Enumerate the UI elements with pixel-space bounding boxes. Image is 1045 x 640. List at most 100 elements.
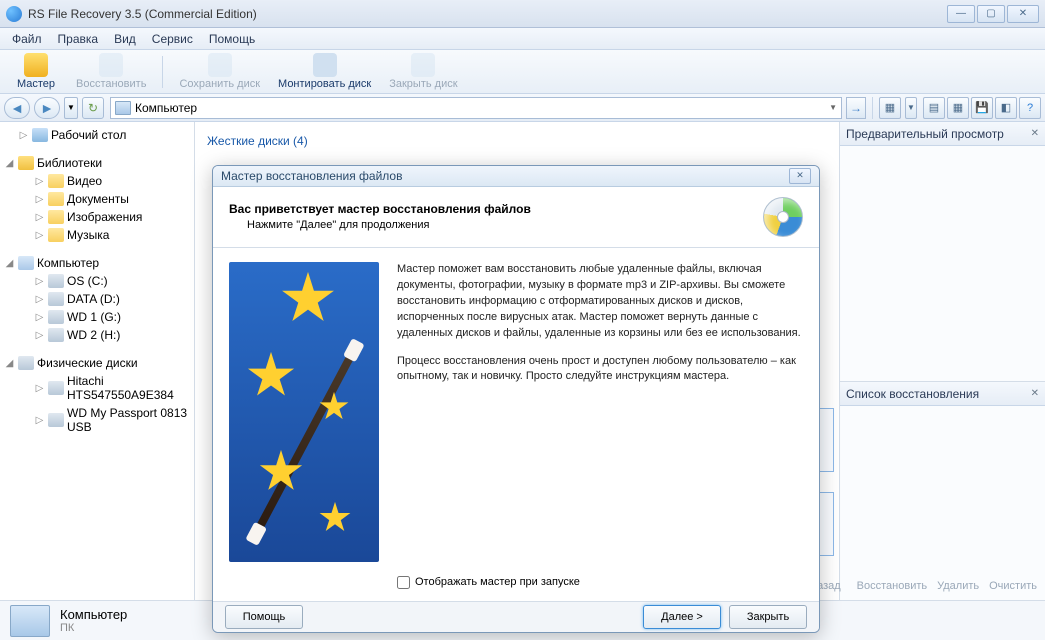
- disk-thumbnail[interactable]: [818, 408, 834, 472]
- expander-icon[interactable]: ◢: [4, 258, 15, 269]
- action-recover[interactable]: Восстановить: [857, 580, 927, 592]
- wizard-help-button[interactable]: Помощь: [225, 605, 303, 629]
- wizard-heading: Вас приветствует мастер восстановления ф…: [229, 202, 531, 216]
- disc-icon: [763, 197, 803, 237]
- nav-back[interactable]: ◄: [4, 97, 30, 119]
- tree-physical[interactable]: ◢ Физические диски: [0, 354, 194, 372]
- window-title: RS File Recovery 3.5 (Commercial Edition…: [28, 7, 945, 21]
- help-button[interactable]: ?: [1019, 97, 1041, 119]
- desktop-icon: [32, 128, 48, 142]
- recovery-list-close-icon[interactable]: ✕: [1031, 388, 1039, 399]
- toolbar-recover[interactable]: Восстановить: [68, 51, 154, 92]
- disk-icon: [48, 381, 64, 395]
- wizard-para2: Процесс восстановления очень прост и дос…: [397, 354, 803, 386]
- disk-icon: [48, 328, 64, 342]
- hard-disks-header[interactable]: Жесткие диски (4): [207, 130, 827, 152]
- nav-refresh[interactable]: ↻: [82, 97, 104, 119]
- wizard-icon: [24, 53, 48, 77]
- action-clear[interactable]: Очистить: [989, 580, 1037, 592]
- folder-icon: [48, 210, 64, 224]
- wizard-close-button[interactable]: Закрыть: [729, 605, 807, 629]
- toolbar: Мастер Восстановить Сохранить диск Монти…: [0, 50, 1045, 94]
- preview-close-icon[interactable]: ✕: [1031, 128, 1039, 139]
- show-on-startup-checkbox[interactable]: [397, 576, 410, 589]
- tree-os-c[interactable]: ▷OS (C:): [0, 272, 194, 290]
- wizard-next-button[interactable]: Далее >: [643, 605, 721, 629]
- folder-icon: [48, 228, 64, 242]
- tree-wd1-g[interactable]: ▷WD 1 (G:): [0, 308, 194, 326]
- wizard-title: Мастер восстановления файлов: [221, 169, 402, 183]
- view-filter[interactable]: ◧: [995, 97, 1017, 119]
- nav-go[interactable]: →: [846, 97, 866, 119]
- menu-help[interactable]: Помощь: [201, 30, 263, 48]
- tree-wd2-h[interactable]: ▷WD 2 (H:): [0, 326, 194, 344]
- computer-icon: [115, 101, 131, 115]
- tree-music[interactable]: ▷Музыка: [0, 226, 194, 244]
- maximize-button[interactable]: ▢: [977, 5, 1005, 23]
- view-save[interactable]: 💾: [971, 97, 993, 119]
- view-icons[interactable]: ▦: [879, 97, 901, 119]
- right-panel: Предварительный просмотр ✕ Список восста…: [840, 122, 1045, 600]
- expander-icon[interactable]: ▷: [18, 130, 29, 141]
- tree-libraries[interactable]: ◢ Библиотеки: [0, 154, 194, 172]
- tree-hitachi[interactable]: ▷Hitachi HTS547550A9E384: [0, 372, 194, 404]
- tree-images[interactable]: ▷Изображения: [0, 208, 194, 226]
- menu-edit[interactable]: Правка: [50, 30, 107, 48]
- status-line1: Компьютер: [60, 607, 127, 622]
- thumbnail-strip: [818, 408, 834, 556]
- toolbar-save-disk[interactable]: Сохранить диск: [171, 51, 268, 92]
- minimize-button[interactable]: —: [947, 5, 975, 23]
- nav-forward[interactable]: ►: [34, 97, 60, 119]
- tree-desktop[interactable]: ▷ Рабочий стол: [0, 126, 194, 144]
- recovery-wizard-dialog: Мастер восстановления файлов ✕ Вас приве…: [212, 165, 820, 633]
- action-bar: Назад Восстановить Удалить Очистить: [809, 580, 1037, 592]
- tree-computer[interactable]: ◢ Компьютер: [0, 254, 194, 272]
- action-delete[interactable]: Удалить: [937, 580, 979, 592]
- view-list[interactable]: ▦: [947, 97, 969, 119]
- menu-view[interactable]: Вид: [106, 30, 144, 48]
- address-bar[interactable]: Компьютер ▼: [110, 97, 842, 119]
- wizard-titlebar: Мастер восстановления файлов ✕: [213, 166, 819, 187]
- view-icons-dd[interactable]: ▼: [905, 97, 917, 119]
- preview-title: Предварительный просмотр: [846, 127, 1004, 141]
- wizard-para1: Мастер поможет вам восстановить любые уд…: [397, 262, 803, 342]
- toolbar-close-disk[interactable]: Закрыть диск: [381, 51, 465, 92]
- address-dropdown-icon[interactable]: ▼: [829, 103, 837, 112]
- physical-disk-icon: [18, 356, 34, 370]
- tree-desktop-label: Рабочий стол: [51, 128, 190, 142]
- disk-thumbnail[interactable]: [818, 492, 834, 556]
- disk-icon: [48, 413, 64, 427]
- tree-computer-label: Компьютер: [37, 256, 190, 270]
- toolbar-close-disk-label: Закрыть диск: [389, 78, 457, 90]
- toolbar-recover-label: Восстановить: [76, 78, 146, 90]
- wizard-footer: Помощь Далее > Закрыть: [213, 601, 819, 632]
- disk-icon: [48, 310, 64, 324]
- wizard-header: Вас приветствует мастер восстановления ф…: [213, 187, 819, 248]
- disk-icon: [48, 292, 64, 306]
- recovery-list-title: Список восстановления: [846, 387, 979, 401]
- tree-passport[interactable]: ▷WD My Passport 0813 USB: [0, 404, 194, 436]
- view-grid[interactable]: ▤: [923, 97, 945, 119]
- menu-service[interactable]: Сервис: [144, 30, 201, 48]
- toolbar-mount-disk[interactable]: Монтировать диск: [270, 51, 379, 92]
- preview-body: [840, 146, 1045, 382]
- tree-documents[interactable]: ▷Документы: [0, 190, 194, 208]
- menu-file[interactable]: Файл: [4, 30, 50, 48]
- expander-icon[interactable]: ◢: [4, 358, 15, 369]
- tree-video[interactable]: ▷Видео: [0, 172, 194, 190]
- navbar: ◄ ► ▼ ↻ Компьютер ▼ → ▦ ▼ ▤ ▦ 💾 ◧ ?: [0, 94, 1045, 122]
- recovery-list-body: [840, 406, 1045, 600]
- toolbar-wizard[interactable]: Мастер: [6, 51, 66, 92]
- menubar: Файл Правка Вид Сервис Помощь: [0, 28, 1045, 50]
- tree-physical-label: Физические диски: [37, 356, 190, 370]
- toolbar-wizard-label: Мастер: [17, 78, 55, 90]
- status-line2: ПК: [60, 622, 127, 634]
- close-button[interactable]: ✕: [1007, 5, 1039, 23]
- nav-history-dropdown[interactable]: ▼: [64, 97, 78, 119]
- save-disk-icon: [208, 53, 232, 77]
- wizard-subheading: Нажмите "Далее" для продолжения: [247, 219, 531, 231]
- wizard-close-button[interactable]: ✕: [789, 168, 811, 184]
- mount-disk-icon: [313, 53, 337, 77]
- tree-data-d[interactable]: ▷DATA (D:): [0, 290, 194, 308]
- expander-icon[interactable]: ◢: [4, 158, 15, 169]
